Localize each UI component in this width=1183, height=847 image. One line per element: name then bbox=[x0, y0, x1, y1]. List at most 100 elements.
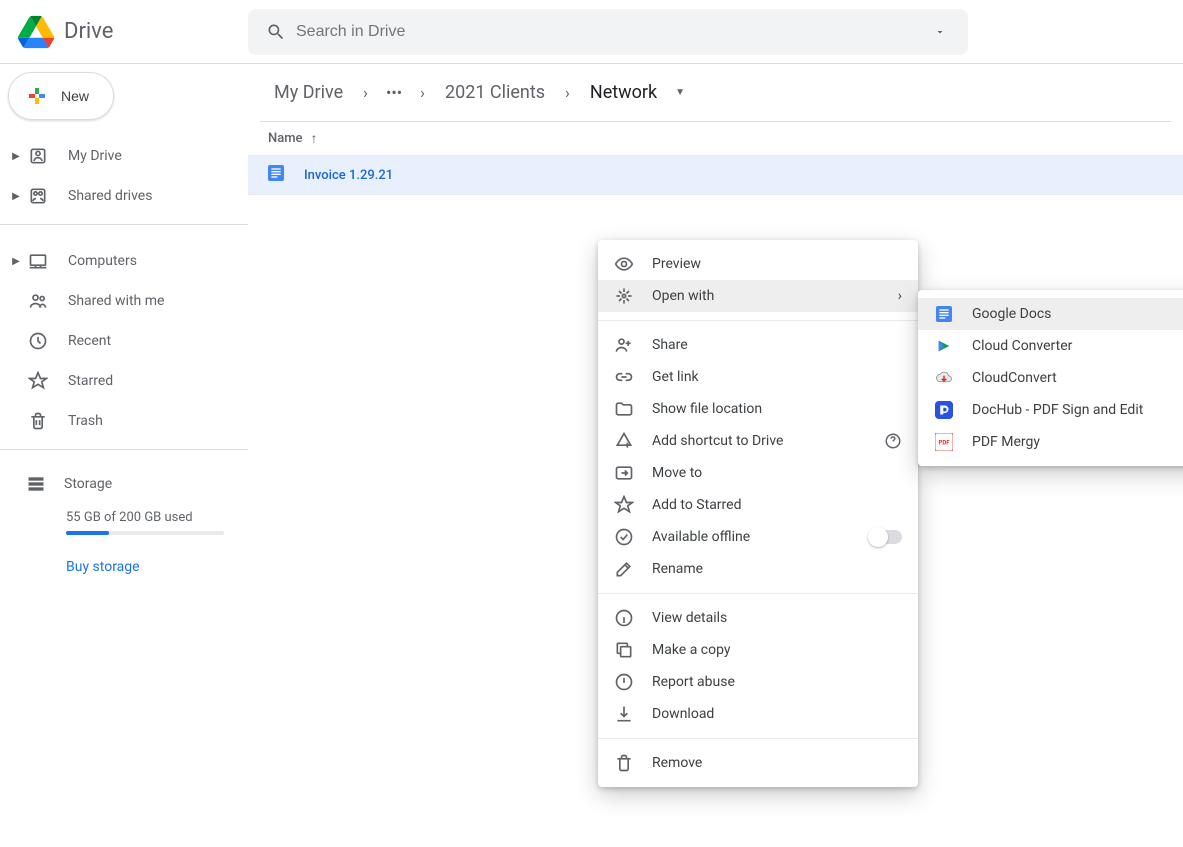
link-icon bbox=[614, 367, 634, 387]
logo-area[interactable]: Drive bbox=[16, 12, 248, 52]
menu-item-label: Make a copy bbox=[652, 642, 731, 658]
menu-item-label: View details bbox=[652, 610, 727, 626]
svg-text:PDF: PDF bbox=[938, 439, 950, 446]
menu-item-add-shortcut[interactable]: Add shortcut to Drive bbox=[598, 425, 918, 457]
menu-item-move-to[interactable]: Move to bbox=[598, 457, 918, 489]
sidebar-item-recent[interactable]: Recent bbox=[0, 321, 248, 361]
pdf-mergy-icon: PDF bbox=[934, 432, 954, 452]
expand-icon[interactable]: ▶ bbox=[10, 191, 22, 202]
menu-item-make-copy[interactable]: Make a copy bbox=[598, 634, 918, 666]
new-button[interactable]: New bbox=[8, 72, 114, 120]
add-shortcut-icon bbox=[614, 431, 634, 451]
search-area bbox=[248, 9, 968, 55]
expand-icon[interactable]: ▶ bbox=[10, 151, 22, 162]
info-icon bbox=[614, 608, 634, 628]
menu-item-open-with[interactable]: Open with › bbox=[598, 280, 918, 312]
star-icon bbox=[614, 495, 634, 515]
offline-icon bbox=[614, 527, 634, 547]
sidebar: New ▶ My Drive ▶ Shared drives ▶ Compute… bbox=[0, 64, 248, 847]
breadcrumb-root[interactable]: My Drive bbox=[268, 78, 349, 107]
menu-item-label: Move to bbox=[652, 465, 702, 481]
sidebar-item-computers[interactable]: ▶ Computers bbox=[0, 241, 248, 281]
menu-item-label: Preview bbox=[652, 256, 701, 272]
storage-icon bbox=[26, 474, 46, 494]
menu-item-available-offline[interactable]: Available offline bbox=[598, 521, 918, 553]
column-header-name[interactable]: Name ↑ bbox=[248, 122, 1183, 155]
computers-icon bbox=[26, 249, 50, 273]
menu-item-label: Add to Starred bbox=[652, 497, 741, 513]
menu-item-view-details[interactable]: View details bbox=[598, 602, 918, 634]
menu-separator bbox=[598, 320, 918, 321]
buy-storage-link[interactable]: Buy storage bbox=[66, 559, 224, 575]
menu-item-download[interactable]: Download bbox=[598, 698, 918, 730]
menu-item-rename[interactable]: Rename bbox=[598, 553, 918, 585]
menu-item-share[interactable]: Share bbox=[598, 329, 918, 361]
menu-item-label: Show file location bbox=[652, 401, 762, 417]
sidebar-item-trash[interactable]: Trash bbox=[0, 401, 248, 441]
copy-icon bbox=[614, 640, 634, 660]
breadcrumb-current[interactable]: Network bbox=[584, 78, 663, 107]
menu-item-get-link[interactable]: Get link bbox=[598, 361, 918, 393]
menu-item-label: Rename bbox=[652, 561, 703, 577]
menu-item-report-abuse[interactable]: Report abuse bbox=[598, 666, 918, 698]
search-icon[interactable] bbox=[256, 22, 296, 42]
menu-item-show-location[interactable]: Show file location bbox=[598, 393, 918, 425]
sidebar-item-starred[interactable]: Starred bbox=[0, 361, 248, 401]
storage-section: Storage 55 GB of 200 GB used Buy storage bbox=[0, 458, 248, 575]
search-box[interactable] bbox=[248, 9, 968, 55]
divider bbox=[0, 449, 248, 450]
menu-separator bbox=[598, 593, 918, 594]
sidebar-item-my-drive[interactable]: ▶ My Drive bbox=[0, 136, 248, 176]
menu-item-label: Download bbox=[652, 706, 714, 722]
dochub-icon bbox=[934, 400, 954, 420]
menu-item-label: Add shortcut to Drive bbox=[652, 433, 783, 449]
dropdown-arrow-icon[interactable]: ▼ bbox=[675, 87, 685, 98]
expand-icon[interactable]: ▶ bbox=[10, 256, 22, 267]
sort-ascending-icon: ↑ bbox=[311, 130, 318, 147]
storage-bar bbox=[66, 531, 224, 535]
help-icon[interactable] bbox=[884, 432, 902, 450]
context-menu: Preview Open with › Share Get link Show … bbox=[598, 240, 918, 787]
plus-icon bbox=[25, 84, 49, 108]
submenu-item-pdf-mergy[interactable]: PDF PDF Mergy bbox=[918, 426, 1183, 458]
submenu-item-cloudconvert[interactable]: CloudConvert bbox=[918, 362, 1183, 394]
app-name: Drive bbox=[64, 19, 113, 44]
menu-item-remove[interactable]: Remove bbox=[598, 747, 918, 779]
sidebar-item-storage[interactable]: Storage bbox=[26, 466, 224, 502]
breadcrumb: My Drive › ••• › 2021 Clients › Network … bbox=[248, 64, 1183, 121]
menu-item-label: Share bbox=[652, 337, 688, 353]
chevron-right-icon: › bbox=[359, 83, 372, 102]
breadcrumb-ellipsis[interactable]: ••• bbox=[382, 83, 406, 102]
new-button-label: New bbox=[61, 88, 89, 104]
starred-icon bbox=[26, 369, 50, 393]
sidebar-item-shared-with-me[interactable]: Shared with me bbox=[0, 281, 248, 321]
submenu-item-label: Cloud Converter bbox=[972, 338, 1072, 354]
sidebar-item-label: Starred bbox=[68, 373, 113, 389]
my-drive-icon bbox=[26, 144, 50, 168]
menu-item-label: Get link bbox=[652, 369, 699, 385]
submenu-item-label: DocHub - PDF Sign and Edit bbox=[972, 402, 1143, 418]
divider bbox=[0, 224, 248, 225]
menu-item-label: Report abuse bbox=[652, 674, 735, 690]
sidebar-item-label: Recent bbox=[68, 333, 111, 349]
submenu-item-dochub[interactable]: DocHub - PDF Sign and Edit bbox=[918, 394, 1183, 426]
cloudconvert-icon bbox=[934, 368, 954, 388]
menu-item-label: Open with bbox=[652, 288, 714, 304]
search-input[interactable] bbox=[296, 23, 920, 41]
breadcrumb-mid[interactable]: 2021 Clients bbox=[439, 78, 551, 107]
offline-toggle[interactable] bbox=[870, 530, 902, 544]
chevron-right-icon: › bbox=[561, 83, 574, 102]
sidebar-item-shared-drives[interactable]: ▶ Shared drives bbox=[0, 176, 248, 216]
download-icon bbox=[614, 704, 634, 724]
open-with-submenu: Google Docs Cloud Converter CloudConvert… bbox=[918, 290, 1183, 466]
menu-item-add-starred[interactable]: Add to Starred bbox=[598, 489, 918, 521]
storage-label: Storage bbox=[64, 476, 112, 492]
main: My Drive › ••• › 2021 Clients › Network … bbox=[248, 64, 1183, 847]
open-with-icon bbox=[614, 286, 634, 306]
search-options-icon[interactable] bbox=[920, 26, 960, 38]
file-row[interactable]: Invoice 1.29.21 bbox=[248, 155, 1183, 195]
menu-item-preview[interactable]: Preview bbox=[598, 248, 918, 280]
submenu-item-cloud-converter[interactable]: Cloud Converter bbox=[918, 330, 1183, 362]
google-docs-icon bbox=[934, 304, 954, 324]
submenu-item-google-docs[interactable]: Google Docs bbox=[918, 298, 1183, 330]
